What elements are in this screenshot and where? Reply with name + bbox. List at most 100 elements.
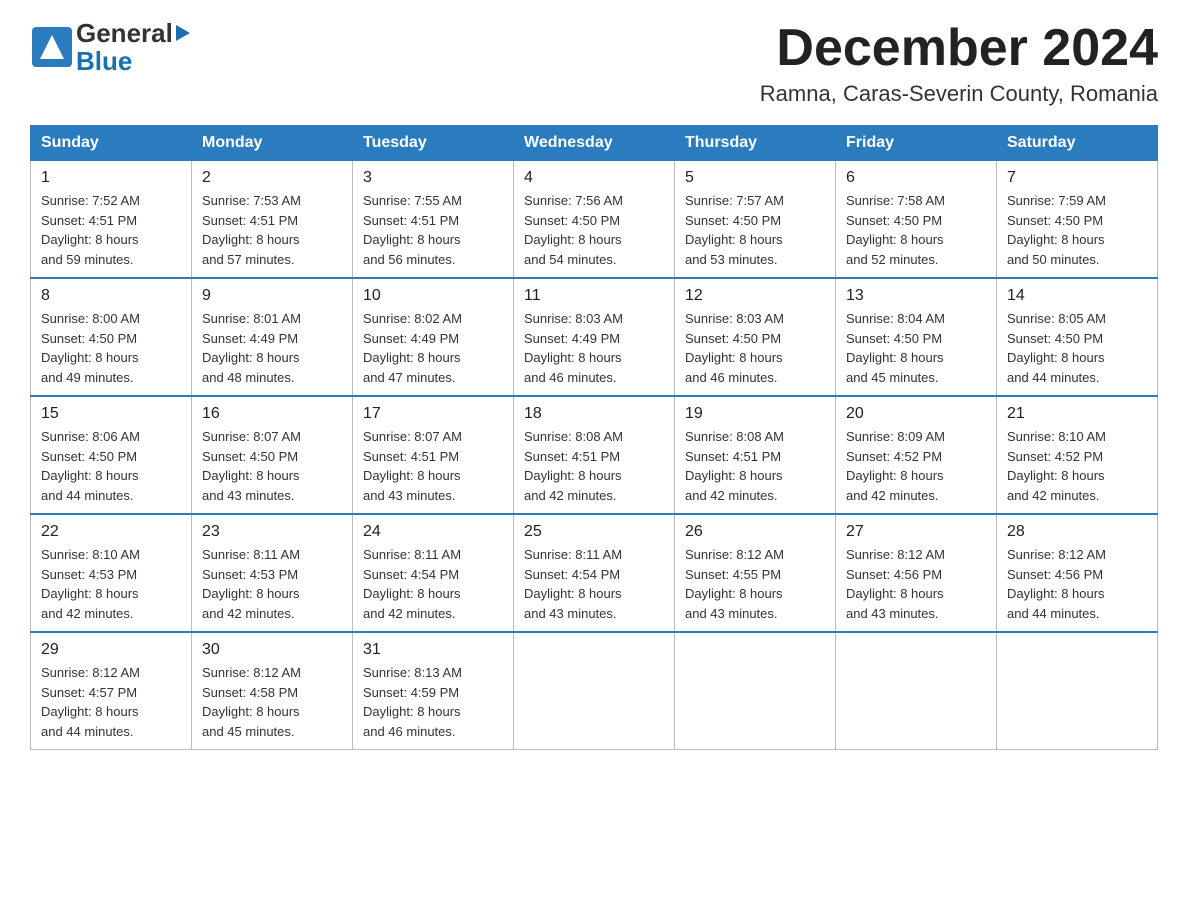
location-title: Ramna, Caras-Severin County, Romania — [760, 81, 1158, 107]
logo-blue-text: Blue — [76, 48, 190, 74]
header-thursday: Thursday — [675, 126, 836, 161]
week-row-2: 8 Sunrise: 8:00 AM Sunset: 4:50 PM Dayli… — [31, 278, 1158, 396]
day-info: Sunrise: 8:12 AM Sunset: 4:57 PM Dayligh… — [41, 663, 181, 741]
day-info: Sunrise: 8:12 AM Sunset: 4:55 PM Dayligh… — [685, 545, 825, 623]
day-info: Sunrise: 7:59 AM Sunset: 4:50 PM Dayligh… — [1007, 191, 1147, 269]
day-number: 9 — [202, 287, 342, 305]
day-number: 21 — [1007, 405, 1147, 423]
day-number: 25 — [524, 523, 664, 541]
calendar-cell — [836, 632, 997, 750]
day-number: 5 — [685, 169, 825, 187]
header-tuesday: Tuesday — [353, 126, 514, 161]
day-info: Sunrise: 7:52 AM Sunset: 4:51 PM Dayligh… — [41, 191, 181, 269]
calendar-cell: 8 Sunrise: 8:00 AM Sunset: 4:50 PM Dayli… — [31, 278, 192, 396]
day-number: 1 — [41, 169, 181, 187]
calendar-cell: 27 Sunrise: 8:12 AM Sunset: 4:56 PM Dayl… — [836, 514, 997, 632]
day-number: 23 — [202, 523, 342, 541]
calendar-header-row: SundayMondayTuesdayWednesdayThursdayFrid… — [31, 126, 1158, 161]
calendar-cell: 17 Sunrise: 8:07 AM Sunset: 4:51 PM Dayl… — [353, 396, 514, 514]
calendar-cell — [675, 632, 836, 750]
day-number: 3 — [363, 169, 503, 187]
day-number: 15 — [41, 405, 181, 423]
day-info: Sunrise: 7:58 AM Sunset: 4:50 PM Dayligh… — [846, 191, 986, 269]
day-info: Sunrise: 8:07 AM Sunset: 4:50 PM Dayligh… — [202, 427, 342, 505]
day-info: Sunrise: 8:03 AM Sunset: 4:50 PM Dayligh… — [685, 309, 825, 387]
calendar-cell: 9 Sunrise: 8:01 AM Sunset: 4:49 PM Dayli… — [192, 278, 353, 396]
day-number: 7 — [1007, 169, 1147, 187]
calendar-cell: 20 Sunrise: 8:09 AM Sunset: 4:52 PM Dayl… — [836, 396, 997, 514]
calendar-cell: 23 Sunrise: 8:11 AM Sunset: 4:53 PM Dayl… — [192, 514, 353, 632]
day-number: 20 — [846, 405, 986, 423]
day-number: 2 — [202, 169, 342, 187]
day-number: 18 — [524, 405, 664, 423]
day-number: 4 — [524, 169, 664, 187]
day-info: Sunrise: 8:00 AM Sunset: 4:50 PM Dayligh… — [41, 309, 181, 387]
day-info: Sunrise: 8:13 AM Sunset: 4:59 PM Dayligh… — [363, 663, 503, 741]
day-info: Sunrise: 8:06 AM Sunset: 4:50 PM Dayligh… — [41, 427, 181, 505]
logo: General Blue — [30, 20, 190, 74]
calendar-cell: 18 Sunrise: 8:08 AM Sunset: 4:51 PM Dayl… — [514, 396, 675, 514]
day-number: 10 — [363, 287, 503, 305]
day-info: Sunrise: 8:11 AM Sunset: 4:54 PM Dayligh… — [363, 545, 503, 623]
week-row-3: 15 Sunrise: 8:06 AM Sunset: 4:50 PM Dayl… — [31, 396, 1158, 514]
calendar-cell: 3 Sunrise: 7:55 AM Sunset: 4:51 PM Dayli… — [353, 161, 514, 279]
week-row-5: 29 Sunrise: 8:12 AM Sunset: 4:57 PM Dayl… — [31, 632, 1158, 750]
day-info: Sunrise: 8:12 AM Sunset: 4:56 PM Dayligh… — [1007, 545, 1147, 623]
day-info: Sunrise: 8:08 AM Sunset: 4:51 PM Dayligh… — [524, 427, 664, 505]
day-number: 30 — [202, 641, 342, 659]
calendar-cell: 10 Sunrise: 8:02 AM Sunset: 4:49 PM Dayl… — [353, 278, 514, 396]
day-number: 24 — [363, 523, 503, 541]
calendar-cell: 14 Sunrise: 8:05 AM Sunset: 4:50 PM Dayl… — [997, 278, 1158, 396]
day-info: Sunrise: 8:05 AM Sunset: 4:50 PM Dayligh… — [1007, 309, 1147, 387]
day-info: Sunrise: 8:10 AM Sunset: 4:53 PM Dayligh… — [41, 545, 181, 623]
logo-text-group: General Blue — [76, 20, 190, 74]
logo-icon — [30, 25, 74, 69]
calendar-cell: 2 Sunrise: 7:53 AM Sunset: 4:51 PM Dayli… — [192, 161, 353, 279]
day-info: Sunrise: 8:11 AM Sunset: 4:54 PM Dayligh… — [524, 545, 664, 623]
calendar-cell — [997, 632, 1158, 750]
calendar-cell: 26 Sunrise: 8:12 AM Sunset: 4:55 PM Dayl… — [675, 514, 836, 632]
day-number: 29 — [41, 641, 181, 659]
day-number: 22 — [41, 523, 181, 541]
calendar-cell: 21 Sunrise: 8:10 AM Sunset: 4:52 PM Dayl… — [997, 396, 1158, 514]
calendar-cell: 12 Sunrise: 8:03 AM Sunset: 4:50 PM Dayl… — [675, 278, 836, 396]
calendar-cell: 4 Sunrise: 7:56 AM Sunset: 4:50 PM Dayli… — [514, 161, 675, 279]
header-friday: Friday — [836, 126, 997, 161]
calendar-table: SundayMondayTuesdayWednesdayThursdayFrid… — [30, 125, 1158, 750]
day-info: Sunrise: 8:07 AM Sunset: 4:51 PM Dayligh… — [363, 427, 503, 505]
day-info: Sunrise: 8:09 AM Sunset: 4:52 PM Dayligh… — [846, 427, 986, 505]
day-info: Sunrise: 8:04 AM Sunset: 4:50 PM Dayligh… — [846, 309, 986, 387]
logo-arrow-icon — [176, 25, 190, 41]
day-info: Sunrise: 7:57 AM Sunset: 4:50 PM Dayligh… — [685, 191, 825, 269]
day-info: Sunrise: 8:08 AM Sunset: 4:51 PM Dayligh… — [685, 427, 825, 505]
calendar-cell: 5 Sunrise: 7:57 AM Sunset: 4:50 PM Dayli… — [675, 161, 836, 279]
calendar-cell: 22 Sunrise: 8:10 AM Sunset: 4:53 PM Dayl… — [31, 514, 192, 632]
calendar-cell: 31 Sunrise: 8:13 AM Sunset: 4:59 PM Dayl… — [353, 632, 514, 750]
header-saturday: Saturday — [997, 126, 1158, 161]
day-number: 27 — [846, 523, 986, 541]
header-sunday: Sunday — [31, 126, 192, 161]
calendar-cell — [514, 632, 675, 750]
day-info: Sunrise: 8:03 AM Sunset: 4:49 PM Dayligh… — [524, 309, 664, 387]
calendar-cell: 24 Sunrise: 8:11 AM Sunset: 4:54 PM Dayl… — [353, 514, 514, 632]
day-number: 8 — [41, 287, 181, 305]
day-number: 13 — [846, 287, 986, 305]
day-number: 14 — [1007, 287, 1147, 305]
day-info: Sunrise: 7:56 AM Sunset: 4:50 PM Dayligh… — [524, 191, 664, 269]
calendar-cell: 25 Sunrise: 8:11 AM Sunset: 4:54 PM Dayl… — [514, 514, 675, 632]
day-number: 26 — [685, 523, 825, 541]
day-info: Sunrise: 8:10 AM Sunset: 4:52 PM Dayligh… — [1007, 427, 1147, 505]
day-info: Sunrise: 8:11 AM Sunset: 4:53 PM Dayligh… — [202, 545, 342, 623]
week-row-1: 1 Sunrise: 7:52 AM Sunset: 4:51 PM Dayli… — [31, 161, 1158, 279]
calendar-cell: 28 Sunrise: 8:12 AM Sunset: 4:56 PM Dayl… — [997, 514, 1158, 632]
title-section: December 2024 Ramna, Caras-Severin Count… — [760, 20, 1158, 107]
calendar-cell: 1 Sunrise: 7:52 AM Sunset: 4:51 PM Dayli… — [31, 161, 192, 279]
calendar-cell: 6 Sunrise: 7:58 AM Sunset: 4:50 PM Dayli… — [836, 161, 997, 279]
day-number: 12 — [685, 287, 825, 305]
logo-general-text: General — [76, 20, 190, 46]
day-number: 17 — [363, 405, 503, 423]
day-number: 31 — [363, 641, 503, 659]
header-monday: Monday — [192, 126, 353, 161]
day-number: 19 — [685, 405, 825, 423]
month-title: December 2024 — [760, 20, 1158, 77]
